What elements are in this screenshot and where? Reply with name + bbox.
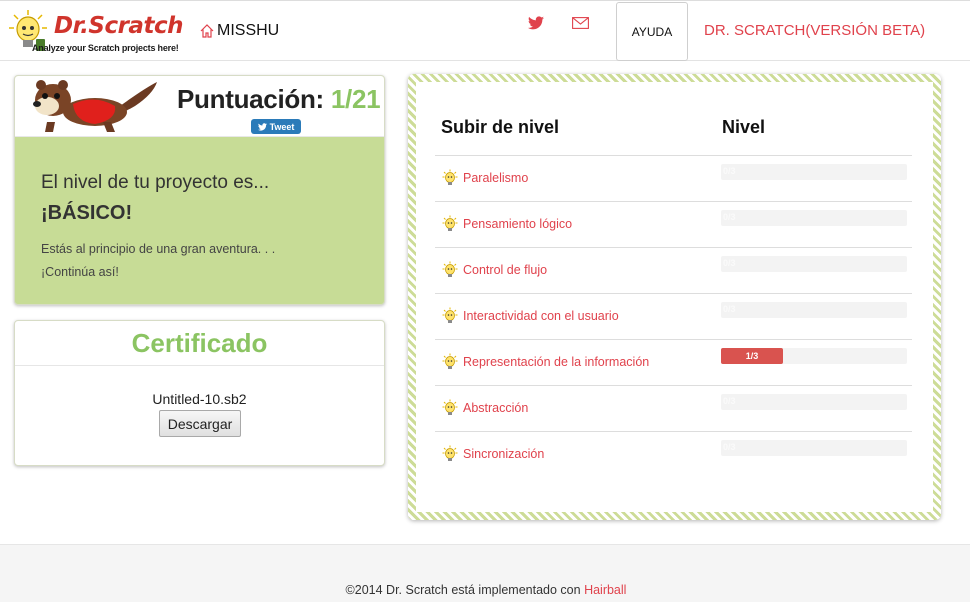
logo-subtitle: Analyze your Scratch projects here! bbox=[32, 43, 179, 53]
skill-progress-text: 0/3 bbox=[723, 166, 736, 176]
level-description-line2: ¡Continúa así! bbox=[41, 265, 119, 279]
lightbulb-icon bbox=[442, 169, 458, 187]
skill-progress-bar: 0/3 bbox=[721, 394, 907, 410]
skill-progress-text: 0/3 bbox=[723, 304, 736, 314]
skill-link[interactable]: Sincronización bbox=[463, 447, 544, 461]
score-card: Puntuación: 1/21 Tweet El nivel de tu pr… bbox=[14, 75, 385, 305]
ferret-mascot-image bbox=[33, 80, 157, 132]
hairball-link[interactable]: Hairball bbox=[584, 583, 626, 597]
footer-text: ©2014 Dr. Scratch está implementado con … bbox=[0, 583, 970, 597]
column-header-level: Nivel bbox=[722, 117, 766, 137]
score-label: Puntuación: bbox=[177, 84, 324, 114]
footer: ©2014 Dr. Scratch está implementado con … bbox=[0, 544, 970, 602]
skill-progress-bar: 0/3 bbox=[721, 210, 907, 226]
skill-progress-text: 0/3 bbox=[723, 442, 736, 452]
navbar: Dr.Scratch Analyze your Scratch projects… bbox=[0, 0, 970, 61]
level-heading: El nivel de tu proyecto es... bbox=[41, 172, 270, 193]
level-description-line1: Estás al principio de una gran aventura.… bbox=[41, 242, 276, 256]
certificate-title: Certificado bbox=[131, 328, 268, 358]
skill-link[interactable]: Representación de la información bbox=[463, 355, 649, 369]
help-button[interactable]: AYUDA bbox=[616, 2, 688, 61]
lightbulb-icon bbox=[442, 261, 458, 279]
twitter-icon[interactable] bbox=[528, 16, 544, 30]
skill-link[interactable]: Interactividad con el usuario bbox=[463, 309, 619, 323]
dr-scratch-logo[interactable]: Dr.Scratch Analyze your Scratch projects… bbox=[6, 7, 183, 55]
skill-progress-fill: 1/3 bbox=[721, 348, 783, 364]
level-value: ¡BÁSICO! bbox=[41, 202, 133, 224]
twitter-bird-icon bbox=[257, 122, 267, 131]
skill-row: Sincronización 0/3 bbox=[435, 431, 912, 477]
skill-row: Pensamiento lógico 0/3 bbox=[435, 201, 912, 247]
skill-link[interactable]: Control de flujo bbox=[463, 263, 547, 277]
column-header-skill: Subir de nivel bbox=[441, 117, 560, 137]
lightbulb-icon bbox=[442, 353, 458, 371]
skill-link[interactable]: Pensamiento lógico bbox=[463, 217, 572, 231]
skill-progress-text: 0/3 bbox=[723, 212, 736, 222]
skill-progress-bar: 0/3 bbox=[721, 256, 907, 272]
certificate-filename: Untitled-10.sb2 bbox=[152, 391, 247, 407]
skill-progress-bar: 0/3 bbox=[721, 440, 907, 456]
lightbulb-icon bbox=[442, 215, 458, 233]
tweet-label: Tweet bbox=[269, 121, 295, 132]
skill-link[interactable]: Abstracción bbox=[463, 401, 528, 415]
score-header: Puntuación: 1/21 Tweet bbox=[15, 76, 384, 137]
skill-progress-text: 0/3 bbox=[723, 396, 736, 406]
home-icon bbox=[200, 24, 214, 38]
certificate-divider bbox=[15, 365, 384, 366]
skill-progress-bar: 1/3 bbox=[721, 348, 907, 364]
skill-row: Paralelismo 0/3 bbox=[435, 155, 912, 201]
skill-row: Control de flujo 0/3 bbox=[435, 247, 912, 293]
skills-rows: Paralelismo 0/3 Pensamiento lógico 0/3 Contr… bbox=[435, 155, 912, 477]
tweet-button[interactable]: Tweet bbox=[251, 119, 301, 134]
download-button[interactable]: Descargar bbox=[159, 410, 241, 437]
skill-row: Abstracción 0/3 bbox=[435, 385, 912, 431]
lightbulb-icon bbox=[442, 307, 458, 325]
mail-icon[interactable] bbox=[572, 17, 589, 29]
skill-row: Interactividad con el usuario 0/3 bbox=[435, 293, 912, 339]
home-link-label: MISSHU bbox=[217, 22, 280, 39]
skill-progress-text: 0/3 bbox=[723, 258, 736, 268]
lightbulb-icon bbox=[442, 445, 458, 463]
score-value: 1/21 bbox=[330, 84, 381, 114]
skill-progress-bar: 0/3 bbox=[721, 302, 907, 318]
skill-progress-bar: 0/3 bbox=[721, 164, 907, 180]
skills-card: Subir de nivel Nivel Paralelismo 0/3 Pensa… bbox=[408, 74, 941, 520]
lightbulb-icon bbox=[442, 399, 458, 417]
score-title: Puntuación: 1/21 bbox=[177, 84, 381, 115]
skill-row: Representación de la información 1/3 bbox=[435, 339, 912, 385]
skills-table: Subir de nivel Nivel Paralelismo 0/3 Pensa… bbox=[416, 82, 933, 512]
logo-title: Dr.Scratch bbox=[54, 13, 183, 39]
beta-version-link[interactable]: DR. SCRATCH(VERSIÓN BETA) bbox=[704, 22, 925, 39]
skill-link[interactable]: Paralelismo bbox=[463, 171, 528, 185]
certificate-card: Certificado Untitled-10.sb2 Descargar bbox=[14, 320, 385, 466]
footer-copyright: ©2014 Dr. Scratch está implementado con bbox=[345, 583, 581, 597]
home-link[interactable]: MISSHU bbox=[199, 20, 279, 42]
